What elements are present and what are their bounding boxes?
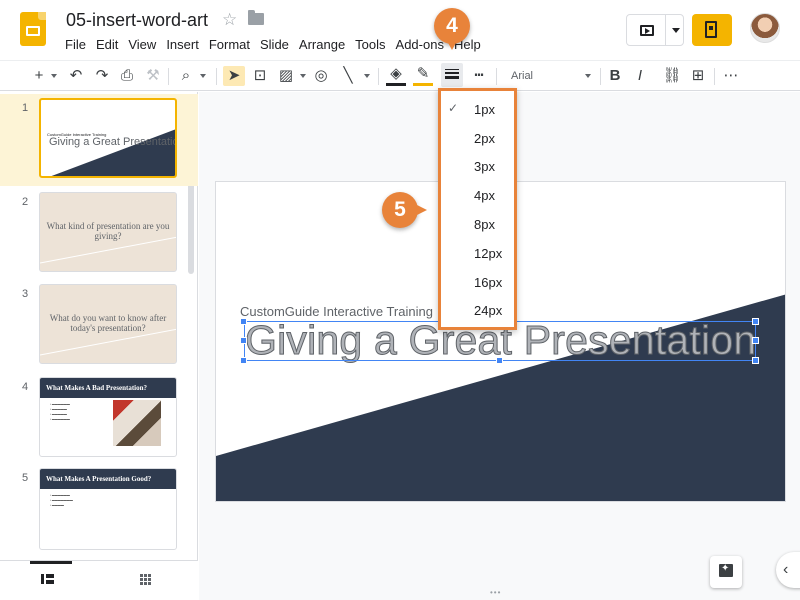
more-icon[interactable]: ⋯ [721,66,741,86]
folder-icon[interactable] [248,10,264,25]
fill-color-icon[interactable]: ◈ [386,66,406,86]
image-icon[interactable]: ▨ [276,66,296,86]
filmstrip-slide-2[interactable]: 2 What kind of presentation are you givi… [0,188,198,280]
line-weight-option-1px[interactable]: ✓ 1px [441,95,514,124]
resize-handle[interactable] [752,357,759,364]
border-color-icon[interactable]: ✎ [413,66,433,86]
menu-arrange[interactable]: Arrange [294,35,350,54]
resize-handle[interactable] [752,318,759,325]
image-chevron-icon[interactable] [298,66,308,86]
avatar[interactable] [750,13,780,43]
share-button[interactable] [692,14,732,46]
check-icon: ✓ [448,101,459,115]
zoom-chevron-icon[interactable] [198,66,208,86]
text-box-icon[interactable]: ⊡ [250,66,270,86]
select-tool-icon[interactable]: ➤ [223,66,245,86]
add-comment-icon[interactable]: ⊞ [688,66,708,86]
thumb-title: What Makes A Bad Presentation? [40,378,176,398]
zoom-icon[interactable]: ⌕ [176,66,196,86]
slide-number: 1 [22,102,29,114]
paint-format-icon[interactable]: ⚒ [143,66,163,86]
line-icon[interactable]: ╲ [338,66,358,86]
line-weight-option-12px[interactable]: 12px [441,239,514,268]
menu-view[interactable]: View [123,35,161,54]
link-icon[interactable]: ⛓ [662,66,682,86]
resize-handle[interactable] [240,337,247,344]
thumb-title: What do you want to know after today's p… [49,313,167,333]
menu-tools[interactable]: Tools [350,35,390,54]
border-weight-icon [445,69,459,81]
filmstrip-slide-5[interactable]: 5 What Makes A Presentation Good? • ▬▬▬▬… [0,464,198,556]
line-weight-option-4px[interactable]: 4px [441,181,514,210]
border-dash-icon[interactable]: ┅ [469,66,489,86]
present-button[interactable] [626,14,684,46]
thumb-bullets: • ▬▬▬▬▬▬ • ▬▬▬▬▬▬▬ • ▬▬▬▬ [50,493,73,507]
slide-number: 4 [22,381,29,393]
chevron-down-icon[interactable] [672,28,680,33]
bold-icon[interactable]: B [605,66,625,86]
slides-logo-icon[interactable] [20,12,46,46]
menu-slide[interactable]: Slide [255,35,294,54]
present-icon [640,25,654,36]
filmstrip: 1 CustomGuide Interactive Training Givin… [0,92,198,600]
filmstrip-footer [0,560,198,600]
slide-thumbnail[interactable]: What Makes A Presentation Good? • ▬▬▬▬▬▬… [39,468,177,550]
resize-handle[interactable] [496,357,503,364]
thumb-bullets: • ▬▬▬▬▬▬ • ▬▬▬▬▬ • ▬▬▬▬▬ • ▬▬▬▬▬▬ [50,402,70,421]
share-icon [705,21,717,38]
app-header: 05-insert-word-art ☆ File Edit View Inse… [0,0,800,60]
redo-icon[interactable]: ↷ [92,66,112,86]
new-slide-chevron-icon[interactable] [49,66,59,86]
menu-insert[interactable]: Insert [161,35,204,54]
slide-number: 2 [22,196,29,208]
slide-thumbnail[interactable]: CustomGuide Interactive Training Giving … [39,98,177,178]
filmstrip-slide-4[interactable]: 4 What Makes A Bad Presentation? • ▬▬▬▬▬… [0,373,198,465]
line-chevron-icon[interactable] [362,66,372,86]
line-weight-option-2px[interactable]: 2px [441,124,514,153]
slide-number: 3 [22,288,29,300]
line-weight-option-3px[interactable]: 3px [441,152,514,181]
slide-thumbnail[interactable]: What do you want to know after today's p… [39,284,177,364]
grid-view-icon[interactable] [140,574,152,585]
menu-bar: File Edit View Insert Format Slide Arran… [60,35,486,54]
italic-icon[interactable]: I [630,66,650,86]
explore-button[interactable] [710,556,742,588]
menu-edit[interactable]: Edit [91,35,123,54]
line-weight-option-24px[interactable]: 24px [441,296,514,325]
font-select[interactable]: Arial [505,66,595,86]
filmstrip-slide-1[interactable]: 1 CustomGuide Interactive Training Givin… [0,94,198,186]
resize-grip-icon[interactable]: ••• [490,588,501,597]
slide-thumbnail[interactable]: What Makes A Bad Presentation? • ▬▬▬▬▬▬ •… [39,377,177,457]
step-badge-4: 4 [434,8,470,50]
menu-file[interactable]: File [60,35,91,54]
chevron-left-icon: ‹ [783,561,789,578]
step-badge-5: 5 [382,192,427,228]
slide-thumbnail[interactable]: What kind of presentation are you giving… [39,192,177,272]
shape-icon[interactable]: ◎ [311,66,331,86]
filmstrip-slide-3[interactable]: 3 What do you want to know after today's… [0,280,198,372]
document-title[interactable]: 05-insert-word-art [66,10,208,31]
line-weight-option-8px[interactable]: 8px [441,210,514,239]
undo-icon[interactable]: ↶ [66,66,86,86]
toolbar: + ↶ ↷ ⎙ ⚒ ⌕ ➤ ⊡ ▨ ◎ ╲ ◈ ✎ ┅ Arial B I ⛓ … [0,60,800,91]
thumb-title: What kind of presentation are you giving… [46,221,170,241]
resize-handle[interactable] [240,357,247,364]
border-weight-button[interactable] [441,63,463,87]
menu-format[interactable]: Format [204,35,255,54]
thumb-photo [113,400,161,446]
list-view-icon[interactable] [41,574,54,584]
thumb-title: Giving a Great Presentation [49,136,177,148]
resize-handle[interactable] [752,337,759,344]
explore-icon [719,563,733,577]
line-weight-dropdown: ✓ 1px 2px 3px 4px 8px 12px 16px 24px [438,88,517,330]
line-weight-option-16px[interactable]: 16px [441,268,514,297]
print-icon[interactable]: ⎙ [117,66,137,86]
star-icon[interactable]: ☆ [222,10,237,30]
thumb-title: What Makes A Presentation Good? [40,469,176,489]
resize-handle[interactable] [240,318,247,325]
slide-number: 5 [22,472,29,484]
